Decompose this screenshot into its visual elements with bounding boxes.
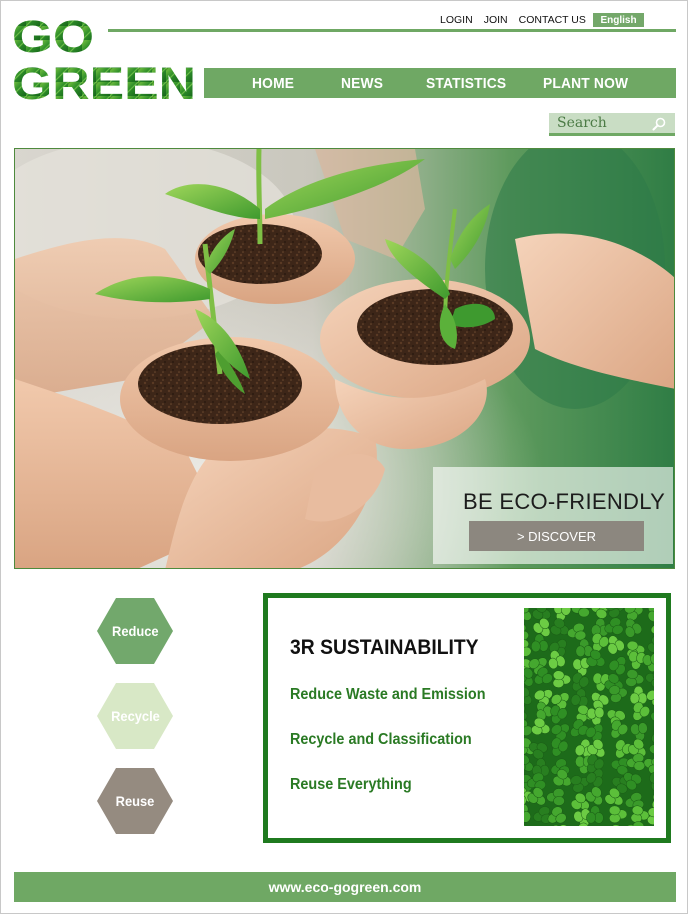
reduce-item[interactable]: Reduce Waste and Emission [290, 686, 486, 704]
footer-url[interactable]: www.eco-gogreen.com [269, 879, 422, 895]
clover-image [524, 608, 654, 826]
discover-button[interactable]: > DISCOVER [469, 521, 644, 551]
footer-bar: www.eco-gogreen.com [14, 872, 676, 902]
hero-title: BE ECO-FRIENDLY [463, 489, 666, 514]
search-input[interactable]: Search [557, 115, 607, 131]
reuse-label: Reuse [115, 793, 155, 809]
sustainability-title: 3R SUSTAINABILITY [290, 636, 479, 659]
nav-home[interactable]: HOME [252, 75, 294, 92]
recycle-item[interactable]: Recycle and Classification [290, 731, 472, 749]
login-link[interactable]: LOGIN [440, 14, 473, 26]
sustainability-panel: 3R SUSTAINABILITY Reduce Waste and Emiss… [263, 593, 671, 843]
nav-news[interactable]: NEWS [341, 75, 383, 92]
recycle-label: Recycle [110, 708, 160, 724]
contact-us-link[interactable]: CONTACT US [519, 14, 586, 26]
search-icon[interactable] [651, 116, 667, 132]
svg-text:GO: GO [12, 12, 94, 62]
svg-text:GREEN: GREEN [12, 58, 196, 102]
header-divider [108, 29, 676, 32]
hero-banner: BE ECO-FRIENDLY > DISCOVER [14, 148, 675, 569]
go-green-logo[interactable]: GO GREEN [12, 12, 198, 102]
search-box[interactable]: Search [549, 113, 675, 136]
join-link[interactable]: JOIN [484, 14, 508, 26]
main-navigation: HOME NEWS STATISTICS PLANT NOW [204, 68, 676, 98]
reuse-item[interactable]: Reuse Everything [290, 776, 412, 794]
top-utility-links: LOGIN JOIN CONTACT US [440, 13, 597, 27]
nav-plant-now[interactable]: PLANT NOW [543, 75, 628, 92]
reduce-label: Reduce [111, 623, 159, 639]
nav-statistics[interactable]: STATISTICS [426, 75, 506, 92]
language-selector[interactable]: English [593, 13, 644, 27]
